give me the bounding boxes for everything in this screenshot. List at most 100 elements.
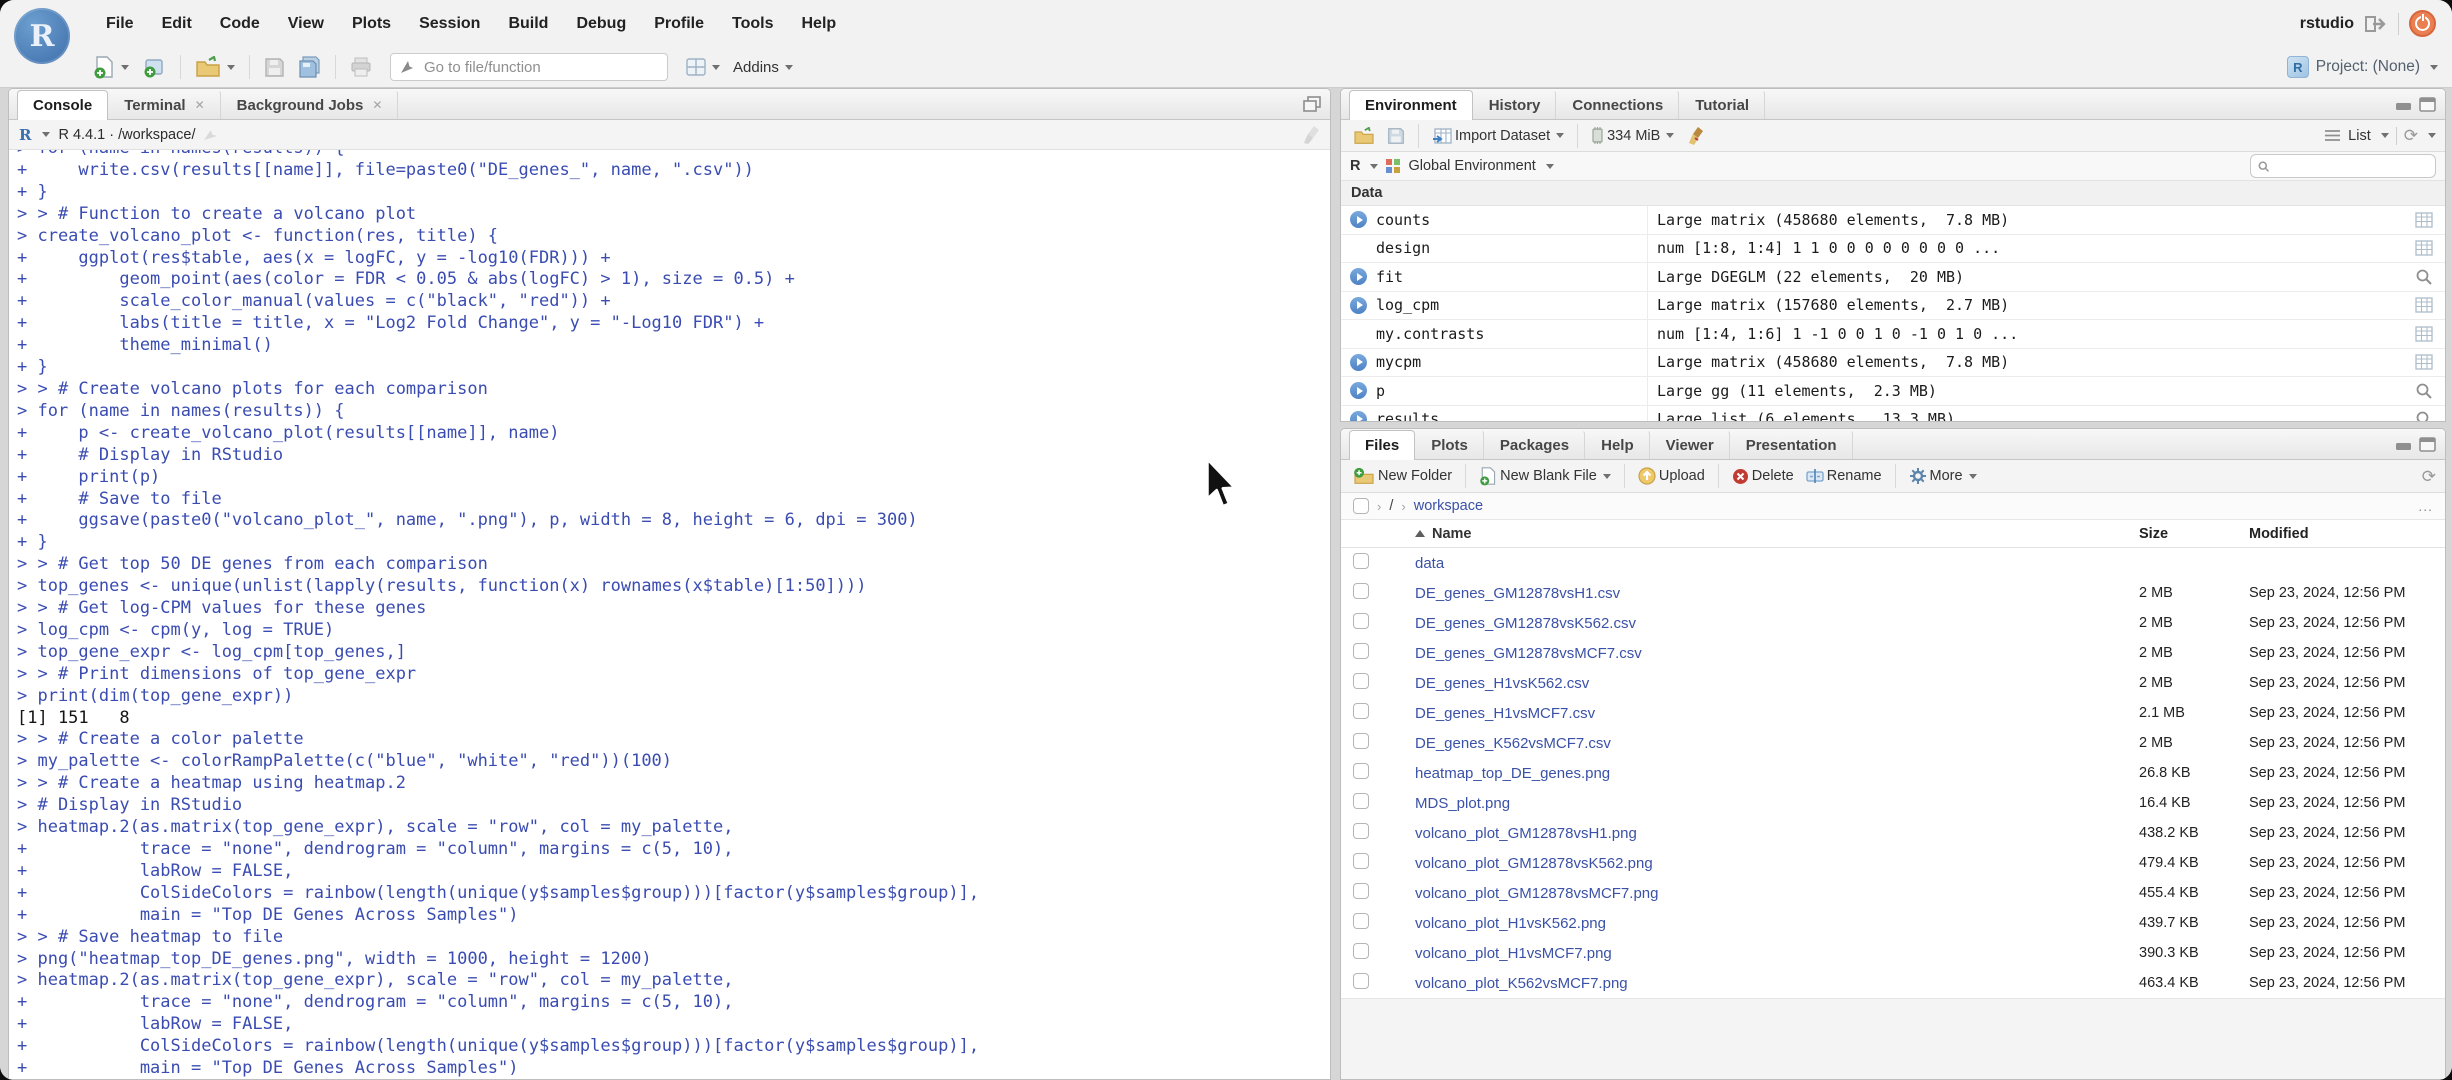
environment-object-row[interactable]: my.contrasts num [1:4, 1:6] 1 -1 0 0 1 0… bbox=[1341, 320, 2445, 349]
menu-item[interactable]: Debug bbox=[562, 15, 640, 33]
breadcrumb-root[interactable]: / bbox=[1389, 498, 1393, 514]
file-checkbox[interactable] bbox=[1353, 913, 1369, 929]
file-checkbox[interactable] bbox=[1353, 553, 1369, 569]
files-tab[interactable]: Plots bbox=[1415, 430, 1484, 459]
refresh-icon[interactable]: ⟳ bbox=[2422, 468, 2436, 485]
expand-object-icon[interactable] bbox=[1350, 211, 1367, 229]
expand-object-icon[interactable] bbox=[1350, 296, 1367, 314]
file-name-link[interactable]: DE_genes_H1vsK562.csv bbox=[1415, 675, 2139, 692]
menu-item[interactable]: Edit bbox=[148, 15, 206, 33]
maximize-pane-icon[interactable] bbox=[2419, 96, 2436, 112]
environment-object-row[interactable]: mycpm Large matrix (458680 elements, 7.8… bbox=[1341, 348, 2445, 377]
file-row[interactable]: volcano_plot_GM12878vsH1.png 438.2 KB Se… bbox=[1341, 818, 2445, 848]
rename-button[interactable]: Rename bbox=[1803, 465, 1885, 487]
r-language-icon[interactable]: R bbox=[19, 126, 31, 144]
expand-object-icon[interactable] bbox=[1350, 353, 1367, 371]
file-name-link[interactable]: DE_genes_H1vsMCF7.csv bbox=[1415, 705, 2139, 722]
files-tab[interactable]: Presentation bbox=[1730, 430, 1853, 459]
load-workspace-button[interactable] bbox=[1350, 124, 1378, 148]
chevron-down-icon[interactable] bbox=[1370, 163, 1379, 169]
environment-search-box[interactable] bbox=[2250, 154, 2436, 178]
size-header[interactable]: Size bbox=[2139, 526, 2249, 542]
file-name-link[interactable]: MDS_plot.png bbox=[1415, 795, 2139, 812]
file-name-link[interactable]: DE_genes_GM12878vsMCF7.csv bbox=[1415, 645, 2139, 662]
file-checkbox[interactable] bbox=[1353, 583, 1369, 599]
list-view-icon[interactable] bbox=[2324, 129, 2341, 142]
chevron-down-icon[interactable] bbox=[1545, 163, 1554, 169]
file-checkbox[interactable] bbox=[1353, 943, 1369, 959]
chevron-down-icon[interactable] bbox=[2430, 64, 2438, 70]
file-checkbox[interactable] bbox=[1353, 883, 1369, 899]
file-name-link[interactable]: volcano_plot_H1vsK562.png bbox=[1415, 915, 2139, 932]
file-row[interactable]: volcano_plot_K562vsMCF7.png 463.4 KB Sep… bbox=[1341, 968, 2445, 998]
files-tab[interactable]: Help bbox=[1585, 430, 1650, 459]
restore-panes-icon[interactable] bbox=[1303, 96, 1321, 112]
chevron-down-icon[interactable] bbox=[42, 132, 51, 137]
files-tab[interactable]: Files bbox=[1349, 430, 1416, 460]
memory-usage-button[interactable]: 334 MiB bbox=[1588, 124, 1677, 147]
power-button[interactable] bbox=[2409, 10, 2436, 37]
expand-object-icon[interactable] bbox=[1350, 382, 1367, 400]
file-checkbox[interactable] bbox=[1353, 973, 1369, 989]
new-blank-file-button[interactable]: New Blank File bbox=[1476, 463, 1614, 489]
clear-environment-broom-icon[interactable] bbox=[1683, 123, 1709, 149]
breadcrumb-current[interactable]: workspace bbox=[1414, 498, 1483, 514]
modified-header[interactable]: Modified bbox=[2249, 526, 2445, 542]
menu-item[interactable]: File bbox=[92, 15, 148, 33]
global-environment-label[interactable]: Global Environment bbox=[1408, 158, 1535, 174]
console-output[interactable]: > for (name in names(results)) {+ write.… bbox=[9, 150, 1330, 1079]
menu-item[interactable]: Plots bbox=[338, 15, 405, 33]
console-tab[interactable]: Console bbox=[17, 90, 109, 120]
file-row[interactable]: MDS_plot.png 16.4 KB Sep 23, 2024, 12:56… bbox=[1341, 788, 2445, 818]
file-row[interactable]: DE_genes_GM12878vsK562.csv 2 MB Sep 23, … bbox=[1341, 608, 2445, 638]
file-checkbox[interactable] bbox=[1353, 793, 1369, 809]
file-checkbox[interactable] bbox=[1353, 673, 1369, 689]
goto-working-dir-icon[interactable] bbox=[203, 128, 218, 141]
file-name-link[interactable]: volcano_plot_GM12878vsK562.png bbox=[1415, 855, 2139, 872]
delete-button[interactable]: Delete bbox=[1729, 465, 1797, 488]
clear-console-broom-icon[interactable] bbox=[1301, 125, 1321, 145]
file-name-link[interactable]: volcano_plot_GM12878vsH1.png bbox=[1415, 825, 2139, 842]
environment-tab[interactable]: Tutorial bbox=[1679, 90, 1766, 119]
save-workspace-button[interactable] bbox=[1384, 124, 1408, 148]
file-row[interactable]: DE_genes_H1vsK562.csv 2 MB Sep 23, 2024,… bbox=[1341, 668, 2445, 698]
file-row[interactable]: heatmap_top_DE_genes.png 26.8 KB Sep 23,… bbox=[1341, 758, 2445, 788]
menu-item[interactable]: Session bbox=[405, 15, 494, 33]
breadcrumb-ellipsis[interactable]: ... bbox=[2418, 498, 2433, 514]
pane-layout-button[interactable] bbox=[683, 55, 723, 79]
environment-search-input[interactable] bbox=[2275, 157, 2428, 175]
file-row[interactable]: data bbox=[1341, 548, 2445, 578]
environment-tab[interactable]: Connections bbox=[1556, 90, 1680, 119]
environment-object-row[interactable]: p Large gg (11 elements, 2.3 MB) bbox=[1341, 377, 2445, 406]
environment-object-row[interactable]: design num [1:8, 1:4] 1 1 0 0 0 0 0 0 0 … bbox=[1341, 234, 2445, 263]
files-tab[interactable]: Packages bbox=[1484, 430, 1586, 459]
addins-button[interactable]: Addins bbox=[730, 56, 796, 79]
sign-out-icon[interactable] bbox=[2364, 14, 2388, 34]
file-checkbox[interactable] bbox=[1353, 703, 1369, 719]
menu-item[interactable]: Help bbox=[788, 15, 851, 33]
file-checkbox[interactable] bbox=[1353, 643, 1369, 659]
save-button[interactable] bbox=[261, 54, 288, 81]
print-button[interactable] bbox=[347, 54, 375, 80]
file-name-link[interactable]: volcano_plot_K562vsMCF7.png bbox=[1415, 975, 2139, 992]
save-all-button[interactable] bbox=[295, 53, 324, 81]
menu-item[interactable]: Tools bbox=[718, 15, 787, 33]
expand-object-icon[interactable] bbox=[1350, 410, 1367, 421]
maximize-pane-icon[interactable] bbox=[2419, 436, 2436, 452]
file-name-link[interactable]: data bbox=[1415, 555, 2139, 572]
file-row[interactable]: volcano_plot_H1vsMCF7.png 390.3 KB Sep 2… bbox=[1341, 938, 2445, 968]
file-row[interactable]: DE_genes_GM12878vsMCF7.csv 2 MB Sep 23, … bbox=[1341, 638, 2445, 668]
menu-item[interactable]: Code bbox=[206, 15, 274, 33]
environment-tab[interactable]: Environment bbox=[1349, 90, 1473, 120]
sort-by-name-header[interactable]: Name bbox=[1415, 526, 2139, 542]
expand-object-icon[interactable] bbox=[1350, 268, 1367, 286]
file-name-link[interactable]: DE_genes_GM12878vsK562.csv bbox=[1415, 615, 2139, 632]
console-tab[interactable]: Background Jobs ✕ bbox=[221, 90, 399, 119]
open-file-button[interactable] bbox=[192, 53, 238, 81]
file-name-link[interactable]: DE_genes_K562vsMCF7.csv bbox=[1415, 735, 2139, 752]
new-project-button[interactable] bbox=[139, 52, 169, 82]
file-checkbox[interactable] bbox=[1353, 823, 1369, 839]
file-row[interactable]: volcano_plot_H1vsK562.png 439.7 KB Sep 2… bbox=[1341, 908, 2445, 938]
close-icon[interactable]: ✕ bbox=[195, 98, 205, 112]
file-checkbox[interactable] bbox=[1353, 763, 1369, 779]
